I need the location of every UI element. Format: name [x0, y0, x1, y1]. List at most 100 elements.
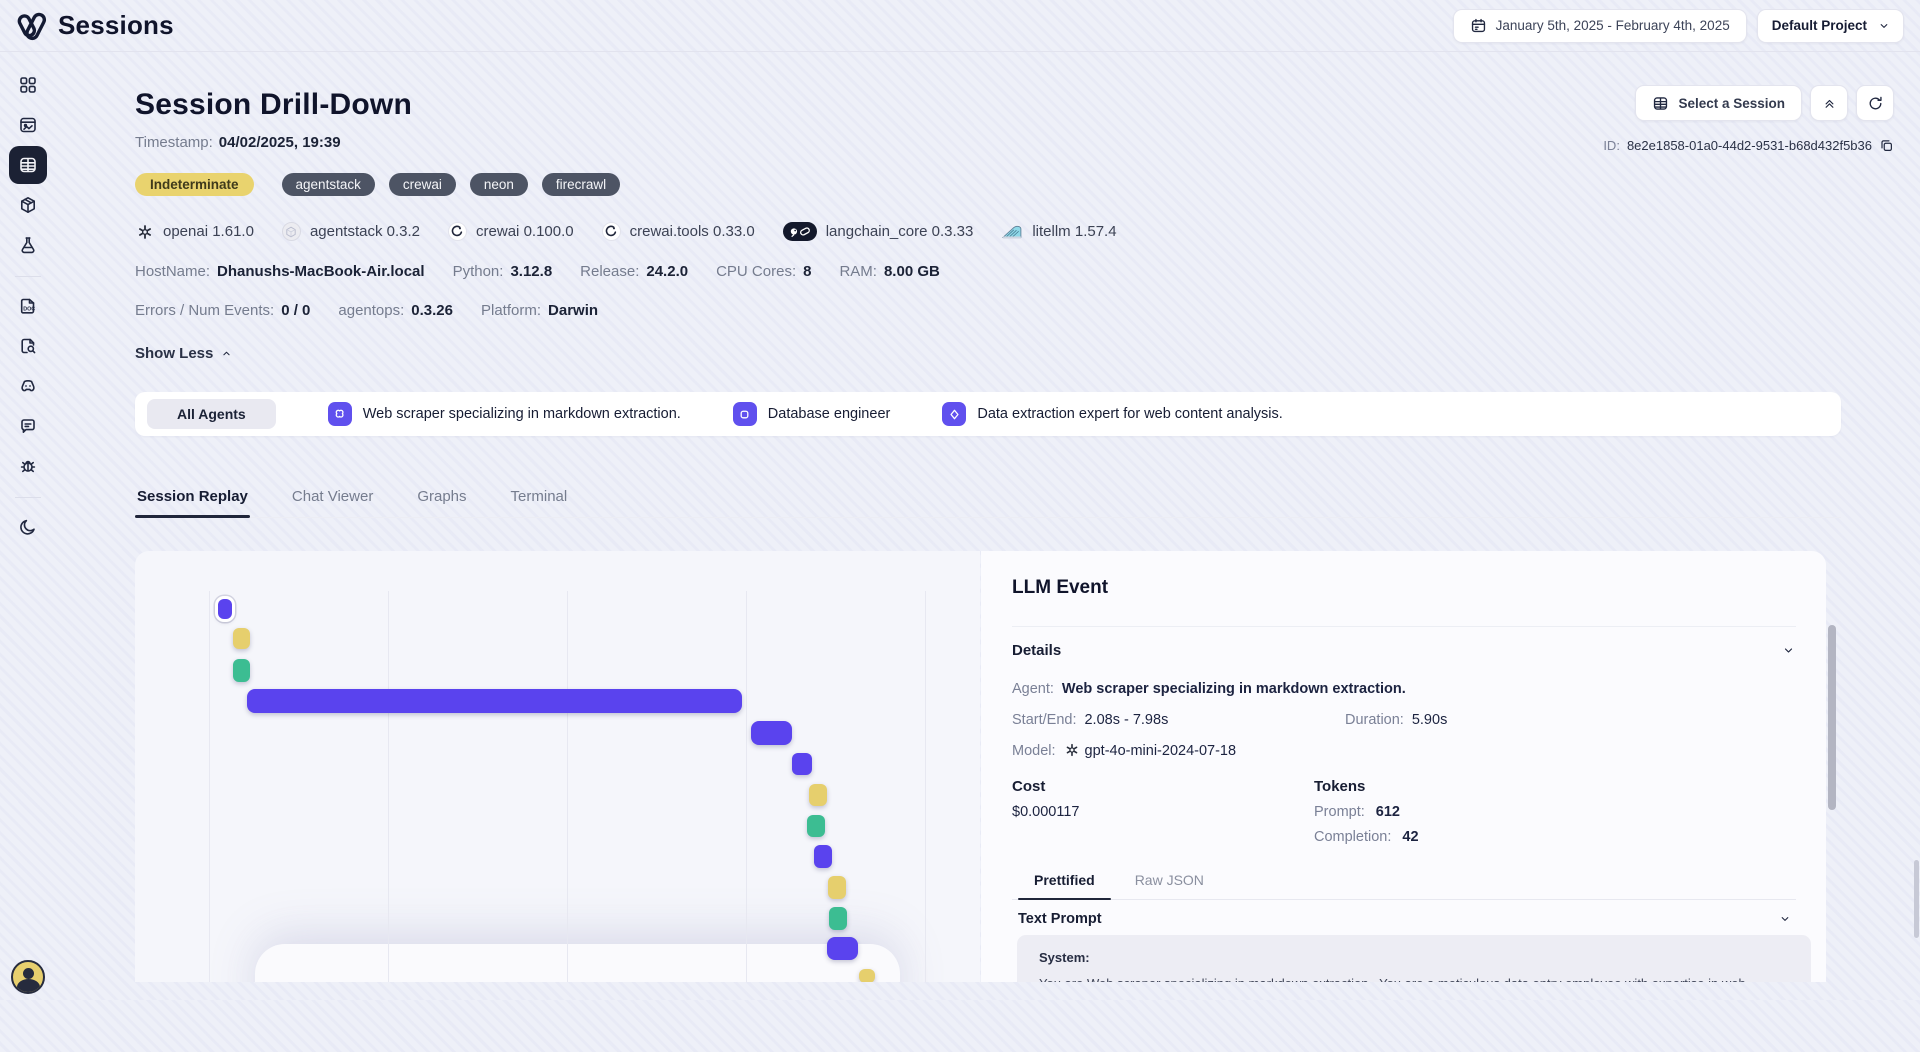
- package-litellm: litellm 1.57.4: [1001, 223, 1116, 240]
- session-id-label: ID:: [1603, 138, 1620, 153]
- host-value: Dhanushs-MacBook-Air.local: [217, 263, 425, 280]
- select-session-button[interactable]: Select a Session: [1635, 85, 1802, 121]
- all-agents-button[interactable]: All Agents: [147, 399, 276, 429]
- event-bar-tool[interactable]: [807, 815, 825, 837]
- event-panel-scrollbar[interactable]: [1828, 623, 1836, 1052]
- host-label: agentops:: [338, 302, 404, 319]
- event-bar-action[interactable]: [809, 784, 827, 806]
- package-name: langchain_core: [826, 223, 928, 240]
- select-session-label: Select a Session: [1678, 96, 1785, 111]
- event-bar-tool[interactable]: [233, 659, 250, 682]
- event-bar-action[interactable]: [233, 628, 250, 649]
- openai-logo-icon: [135, 222, 154, 241]
- user-avatar[interactable]: [11, 960, 45, 994]
- completion-tokens-row: Completion: 42: [1314, 829, 1616, 845]
- tab-prettified[interactable]: Prettified: [1032, 866, 1097, 899]
- sidebar-item-discord[interactable]: [9, 367, 47, 405]
- host-label: Python:: [453, 263, 504, 280]
- tab-session-replay[interactable]: Session Replay: [135, 480, 250, 517]
- system-text: You are Web scraper specializing in mark…: [1039, 974, 1789, 982]
- agent-filter-database-engineer[interactable]: Database engineer: [733, 402, 891, 426]
- project-select[interactable]: Default Project: [1757, 9, 1904, 43]
- start-end-label: Start/End:: [1012, 709, 1076, 731]
- event-bar-tool[interactable]: [829, 907, 847, 930]
- sidebar-item-docs[interactable]: DOC: [9, 287, 47, 325]
- package-name: agentstack: [310, 223, 383, 240]
- chevron-down-icon: [1778, 912, 1792, 926]
- chart-gridline: [925, 591, 926, 982]
- host-value: Darwin: [548, 302, 598, 319]
- package-version: 0.3.33: [932, 223, 974, 240]
- agent-filter-data-extraction[interactable]: Data extraction expert for web content a…: [942, 402, 1282, 426]
- event-bar-llm[interactable]: [751, 721, 792, 745]
- double-chevron-up-icon: [1822, 96, 1837, 111]
- agentstack-logo-icon: [282, 222, 301, 241]
- date-range-picker[interactable]: January 5th, 2025 - February 4th, 2025: [1453, 9, 1747, 43]
- status-tags-row: Indeterminate agentstack crewai neon fir…: [135, 173, 1920, 196]
- page-scrollbar-thumb[interactable]: [1914, 860, 1919, 938]
- event-bar-llm[interactable]: [247, 689, 742, 713]
- sidebar-item-bug-report[interactable]: [9, 447, 47, 485]
- package-version: 0.33.0: [713, 223, 755, 240]
- sidebar-item-dark-mode[interactable]: [9, 508, 47, 546]
- chevron-down-icon: [1877, 19, 1891, 33]
- host-value: 3.12.8: [510, 263, 552, 280]
- sessions-table-icon: [18, 155, 38, 175]
- sidebar-item-feedback[interactable]: [9, 407, 47, 445]
- tab-chat-viewer[interactable]: Chat Viewer: [290, 480, 375, 517]
- details-section: Details Agent: Web scraper specializing …: [1012, 626, 1796, 845]
- agent-label: Agent:: [1012, 678, 1054, 700]
- time-row: Start/End: 2.08s - 7.98s Duration: 5.90s: [1012, 709, 1796, 731]
- sidebar-item-sessions[interactable]: [9, 146, 47, 184]
- sidebar-item-logs[interactable]: [9, 327, 47, 365]
- event-bar-action[interactable]: [828, 876, 846, 899]
- logs-file-search-icon: [18, 336, 38, 356]
- text-prompt-header[interactable]: Text Prompt: [1012, 900, 1796, 927]
- sidebar-item-dashboard[interactable]: [9, 66, 47, 104]
- event-bar-llm[interactable]: [814, 845, 832, 868]
- tag-pill: firecrawl: [542, 173, 620, 196]
- tab-raw-json[interactable]: Raw JSON: [1133, 866, 1206, 899]
- package-name: crewai: [476, 223, 519, 240]
- completion-label: Completion:: [1314, 829, 1391, 845]
- chevron-down-icon[interactable]: [1781, 643, 1796, 658]
- event-bar-action[interactable]: [859, 969, 875, 982]
- system-prompt-box: System: You are Web scraper specializing…: [1017, 935, 1811, 982]
- system-label: System:: [1039, 950, 1789, 965]
- event-bar-llm[interactable]: [218, 599, 232, 619]
- duration-value: 5.90s: [1412, 709, 1447, 731]
- package-name: openai: [163, 223, 208, 240]
- package-version: 0.3.2: [387, 223, 420, 240]
- refresh-button[interactable]: [1856, 85, 1894, 121]
- package-agentstack: agentstack 0.3.2: [282, 222, 420, 241]
- sidebar-item-projects[interactable]: [9, 106, 47, 144]
- collapse-button[interactable]: [1810, 85, 1848, 121]
- agent-filter-web-scraper[interactable]: Web scraper specializing in markdown ext…: [328, 402, 681, 426]
- packages-row: openai 1.61.0 agentstack 0.3.2 crewai 0.…: [135, 222, 1920, 241]
- main-content: Session Drill-Down Timestamp:04/02/2025,…: [56, 52, 1920, 1000]
- host-label: Errors / Num Events:: [135, 302, 274, 319]
- agentops-logo-icon: [14, 9, 48, 43]
- event-bar-llm[interactable]: [792, 753, 812, 775]
- package-version: 1.57.4: [1075, 223, 1117, 240]
- package-name: litellm: [1032, 223, 1070, 240]
- deploy-cube-icon: [18, 195, 38, 215]
- replay-chart[interactable]: [135, 551, 980, 982]
- chart-gridline: [746, 591, 747, 982]
- event-bar-llm[interactable]: [827, 937, 858, 960]
- show-less-toggle[interactable]: Show Less: [135, 345, 233, 362]
- copy-icon[interactable]: [1879, 138, 1894, 153]
- tab-terminal[interactable]: Terminal: [509, 480, 570, 517]
- package-name: crewai.tools: [630, 223, 709, 240]
- package-crewai-tools: crewai.tools 0.33.0: [602, 222, 755, 241]
- sidebar-item-deploys[interactable]: [9, 186, 47, 224]
- top-header: Sessions January 5th, 2025 - February 4t…: [0, 0, 1920, 52]
- scrollbar-thumb[interactable]: [1828, 625, 1836, 810]
- host-info-row-1: HostName:Dhanushs-MacBook-Air.local Pyth…: [135, 263, 1920, 280]
- show-less-label: Show Less: [135, 345, 213, 362]
- sidebar-item-evals[interactable]: [9, 226, 47, 264]
- host-label: Release:: [580, 263, 639, 280]
- host-value: 24.2.0: [646, 263, 688, 280]
- chart-gridline: [567, 591, 568, 982]
- tab-graphs[interactable]: Graphs: [415, 480, 468, 517]
